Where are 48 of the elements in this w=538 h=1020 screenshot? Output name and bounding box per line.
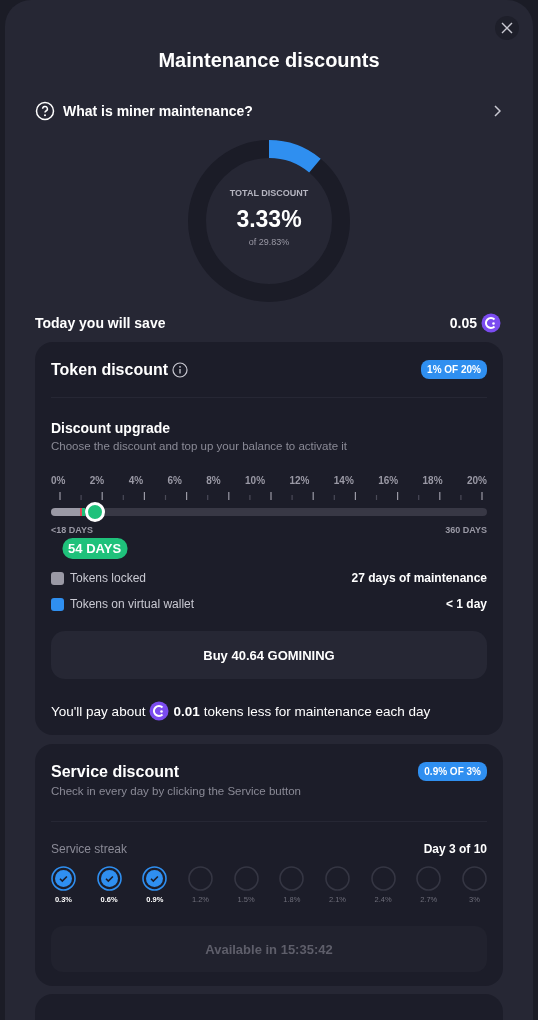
legend-value: < 1 day bbox=[445, 597, 487, 611]
tick-label: 2% bbox=[89, 475, 105, 486]
tick-label: 18% bbox=[422, 475, 443, 486]
card-title: Token discount bbox=[51, 360, 169, 379]
discount-badge: 0.9% OF 3% bbox=[418, 762, 487, 781]
slider-thumb[interactable] bbox=[84, 502, 105, 522]
help-link[interactable]: What is miner maintenance? bbox=[35, 101, 503, 121]
tick-label: 4% bbox=[128, 475, 144, 486]
note-text: tokens less for maintenance each day bbox=[203, 703, 431, 719]
close-button[interactable] bbox=[495, 16, 519, 40]
discount-badge: 1% OF 20% bbox=[421, 360, 487, 379]
question-icon bbox=[35, 101, 55, 121]
note-text: You'll pay about bbox=[51, 703, 146, 719]
tick-label: 8% bbox=[206, 475, 221, 486]
streak-value: Day 3 of 10 bbox=[423, 842, 487, 856]
donut-subtitle: of 29.83% bbox=[248, 236, 290, 247]
section-hint: Choose the discount and top up your balance to activate it bbox=[51, 440, 348, 452]
tick-label: 10% bbox=[245, 475, 266, 486]
savings-amount: 0.05 bbox=[449, 315, 477, 331]
min-days-label: <18 DAYS bbox=[51, 525, 93, 535]
days-bubble: 54 DAYS bbox=[62, 538, 128, 559]
coin-icon bbox=[149, 701, 170, 721]
legend-label: Tokens locked bbox=[70, 571, 148, 585]
tick-label: 6% bbox=[167, 475, 182, 486]
savings-label: Today you will save bbox=[35, 315, 167, 331]
total-discount-value: 3.33% bbox=[236, 205, 302, 233]
card-title: Service discount bbox=[51, 762, 180, 781]
tick-label: 0% bbox=[51, 475, 66, 486]
tick-label: 14% bbox=[333, 475, 354, 486]
tick-label: 12% bbox=[289, 475, 310, 486]
streak-label: Service streak bbox=[51, 842, 128, 856]
chevron-right-icon bbox=[493, 105, 501, 117]
section-hint: Check in every day by clicking the Service button bbox=[51, 785, 302, 797]
close-icon bbox=[501, 22, 513, 34]
section-title: Discount upgrade bbox=[51, 420, 171, 436]
donut-caption: TOTAL DISCOUNT bbox=[229, 187, 309, 198]
note-amount: 0.01 bbox=[173, 703, 200, 719]
buy-button[interactable]: Buy 40.64 GOMINING bbox=[51, 631, 487, 679]
coin-icon bbox=[481, 313, 501, 333]
dialog-title: Maintenance discounts bbox=[157, 48, 381, 73]
slider-fill bbox=[81, 508, 85, 516]
legend-value: 27 days of maintenance bbox=[351, 571, 487, 585]
tick-label: 20% bbox=[466, 475, 487, 486]
tick-label: 16% bbox=[378, 475, 399, 486]
slider-track[interactable] bbox=[51, 508, 487, 516]
max-days-label: 360 DAYS bbox=[445, 525, 487, 535]
legend-label: Tokens on virtual wallet bbox=[70, 597, 196, 611]
info-icon bbox=[172, 361, 189, 378]
